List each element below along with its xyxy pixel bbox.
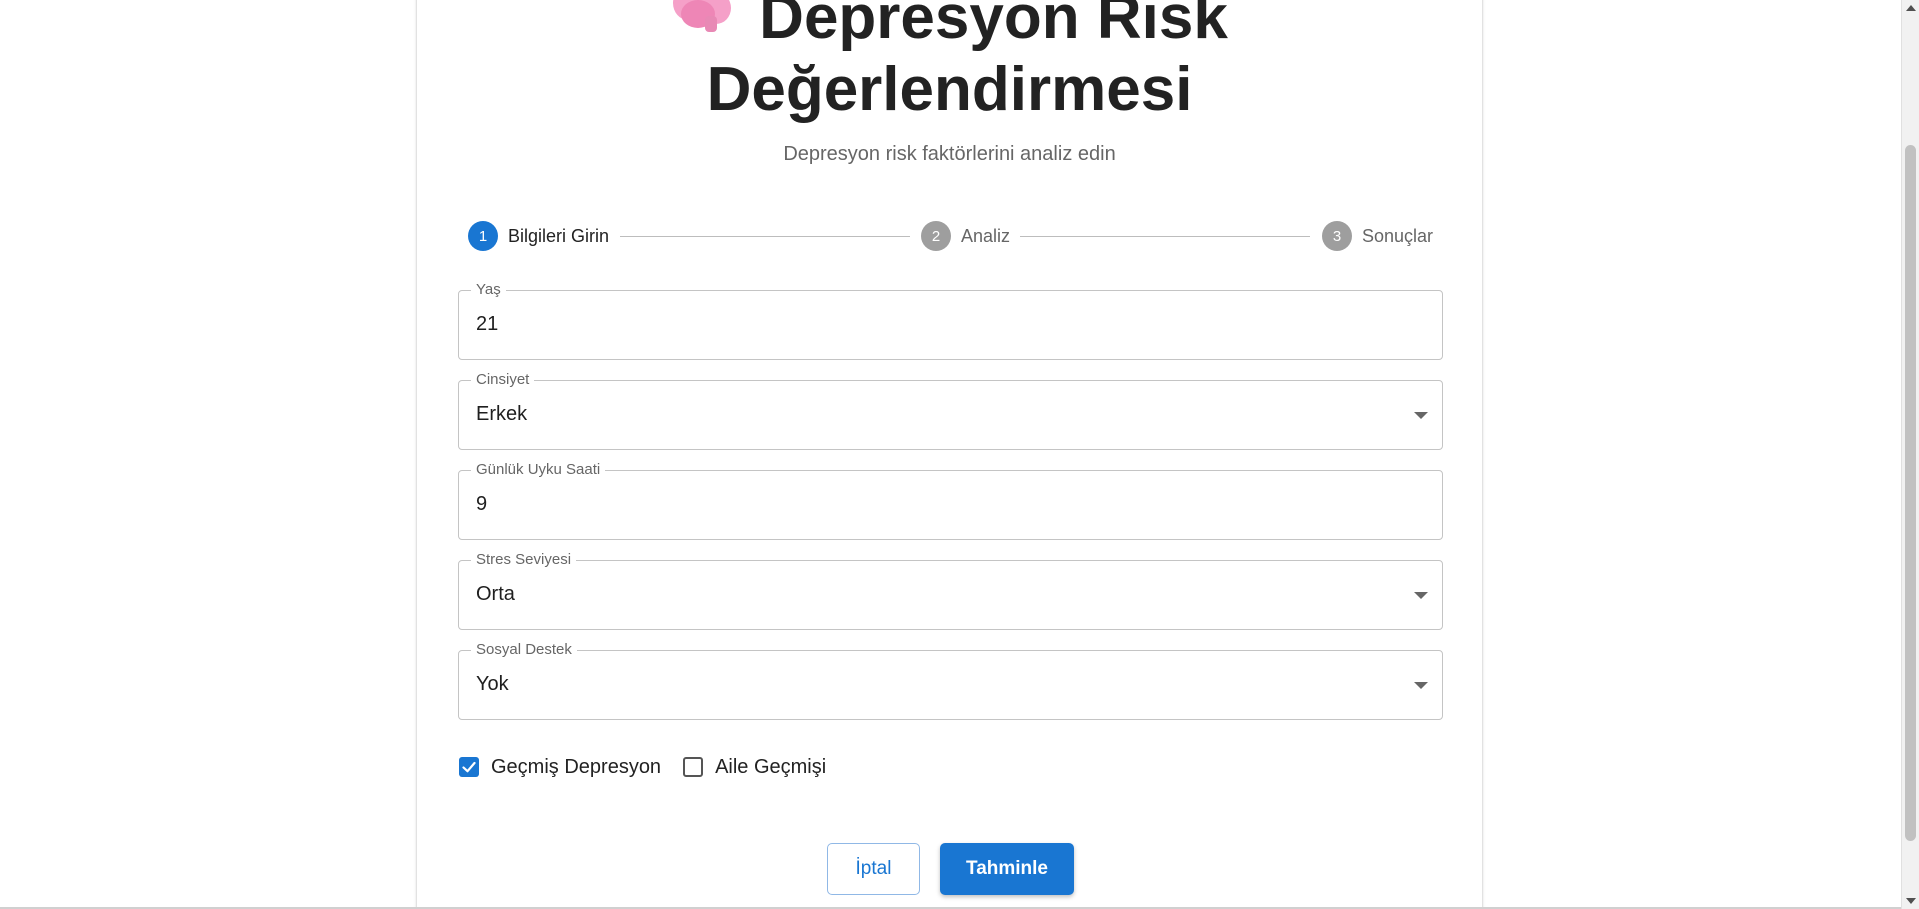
social-support-label: Sosyal Destek xyxy=(471,641,577,659)
title-line-1: Depresyon Risk xyxy=(417,0,1482,54)
stress-level-value[interactable]: Orta xyxy=(476,583,515,606)
gender-select[interactable]: Cinsiyet Erkek xyxy=(458,371,1443,450)
title-line-2: Değerlendirmesi xyxy=(706,55,1193,124)
past-depression-label: Geçmiş Depresyon xyxy=(491,755,662,778)
checkbox-group: Geçmiş Depresyon Aile Geçmişi xyxy=(459,755,848,779)
step-3-number: 3 xyxy=(1322,221,1352,251)
step-3-label: Sonuçlar xyxy=(1362,225,1434,246)
chevron-down-icon[interactable] xyxy=(1414,682,1428,689)
social-support-value[interactable]: Yok xyxy=(476,673,509,696)
age-field[interactable]: Yaş 21 xyxy=(458,281,1443,360)
sleep-hours-field[interactable]: Günlük Uyku Saati 9 xyxy=(458,461,1443,540)
step-2: 2 Analiz xyxy=(921,221,1010,251)
page-subtitle: Depresyon risk faktörlerini analiz edin xyxy=(783,143,1116,165)
past-depression-checkbox-item[interactable]: Geçmiş Depresyon xyxy=(459,756,661,779)
stress-level-label: Stres Seviyesi xyxy=(471,551,577,569)
vertical-scrollbar[interactable] xyxy=(1901,0,1919,909)
scroll-up-arrow-icon[interactable] xyxy=(1906,5,1916,11)
chevron-down-icon[interactable] xyxy=(1414,592,1428,599)
step-1-number: 1 xyxy=(468,221,498,251)
stepper: 1 Bilgileri Girin 2 Analiz 3 Sonuçlar xyxy=(468,221,1434,251)
scroll-down-arrow-icon[interactable] xyxy=(1906,898,1916,904)
family-history-checkbox[interactable] xyxy=(683,757,704,777)
page-title: Depresyon Risk Değerlendirmesi xyxy=(417,0,1482,126)
brain-icon xyxy=(671,0,733,32)
sleep-hours-input[interactable]: 9 xyxy=(476,493,487,516)
age-input[interactable]: 21 xyxy=(476,313,498,336)
step-2-number: 2 xyxy=(921,221,951,251)
step-1: 1 Bilgileri Girin xyxy=(468,221,609,251)
step-connector-1 xyxy=(620,236,910,237)
step-3: 3 Sonuçlar xyxy=(1322,221,1433,251)
age-label: Yaş xyxy=(471,281,506,299)
checkmark-icon xyxy=(462,761,476,773)
stress-level-select[interactable]: Stres Seviyesi Orta xyxy=(458,551,1443,630)
cancel-button[interactable]: İptal xyxy=(827,843,920,895)
social-support-select[interactable]: Sosyal Destek Yok xyxy=(458,641,1443,720)
step-1-label: Bilgileri Girin xyxy=(508,225,610,246)
step-2-label: Analiz xyxy=(961,225,1011,246)
past-depression-checkbox[interactable] xyxy=(459,757,479,777)
family-history-checkbox-item[interactable]: Aile Geçmişi xyxy=(683,756,826,779)
sleep-hours-label: Günlük Uyku Saati xyxy=(471,461,606,479)
step-connector-2 xyxy=(1020,236,1310,237)
chevron-down-icon[interactable] xyxy=(1414,412,1428,419)
gender-label: Cinsiyet xyxy=(471,371,535,389)
predict-button[interactable]: Tahminle xyxy=(940,843,1074,895)
scrollbar-thumb[interactable] xyxy=(1905,145,1916,841)
page: Depresyon Risk Değerlendirmesi Depresyon… xyxy=(0,0,1919,909)
title-text-1: Depresyon Risk xyxy=(759,0,1228,52)
gender-value[interactable]: Erkek xyxy=(476,403,527,426)
family-history-label: Aile Geçmişi xyxy=(715,755,827,778)
